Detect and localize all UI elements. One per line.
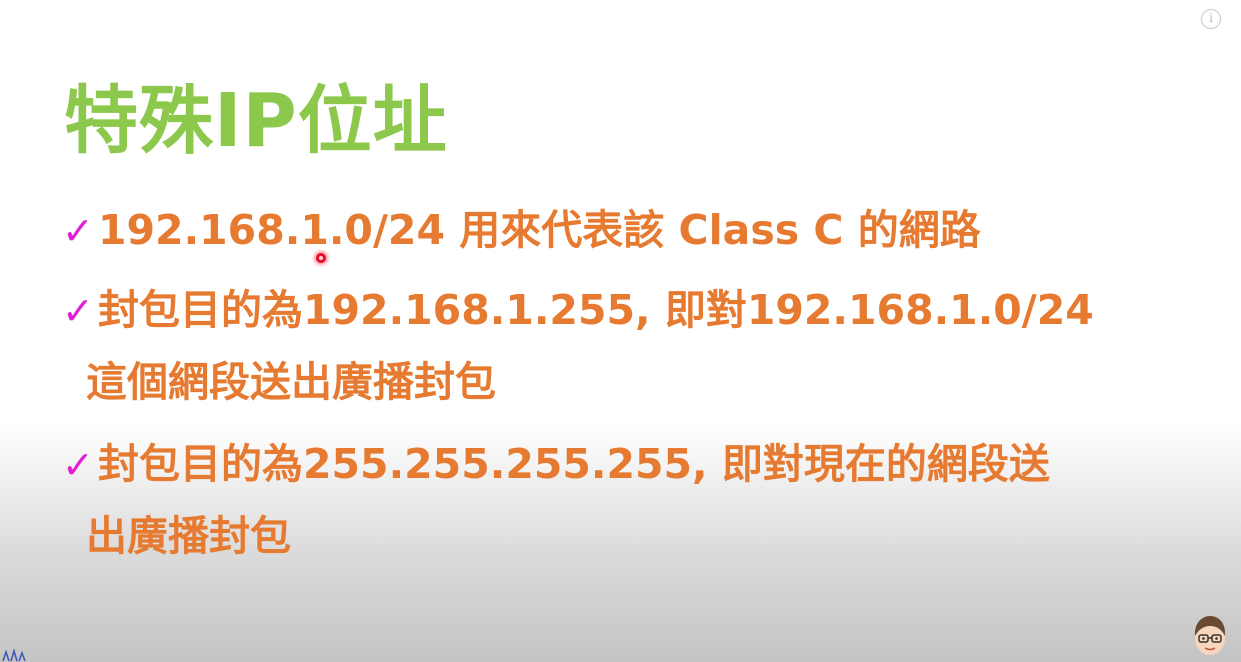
bullet-text: 封包目的為255.255.255.255, 即對現在的網段送: [98, 440, 1050, 488]
info-icon: i: [1209, 11, 1213, 25]
checkmark-icon: ✓: [62, 443, 94, 487]
checkmark-icon: ✓: [62, 289, 94, 333]
bullet-line: ✓ 封包目的為255.255.255.255, 即對現在的網段送: [62, 428, 1050, 500]
bullet-text-continuation: 出廣播封包: [86, 512, 291, 560]
bullet-item: ✓ 192.168.1.0/24 用來代表該 Class C 的網路: [62, 194, 981, 266]
bullet-text: 192.168.1.0/24 用來代表該 Class C 的網路: [98, 206, 981, 254]
corner-decoration-icon: [2, 648, 26, 662]
bullet-text: 封包目的為192.168.1.255, 即對192.168.1.0/24: [98, 286, 1094, 334]
bullet-item: ✓ 封包目的為255.255.255.255, 即對現在的網段送 出廣播封包: [62, 428, 1050, 572]
bullet-text-continuation: 這個網段送出廣播封包: [86, 358, 496, 406]
bullet-line: ✓ 192.168.1.0/24 用來代表該 Class C 的網路: [62, 194, 981, 266]
bullet-line: ✓ 封包目的為192.168.1.255, 即對192.168.1.0/24: [62, 274, 1094, 346]
presenter-avatar: [1194, 616, 1226, 655]
laser-pointer-dot: [316, 253, 326, 263]
slide-title: 特殊IP位址: [64, 78, 448, 164]
info-button[interactable]: i: [1201, 9, 1221, 29]
checkmark-icon: ✓: [62, 209, 94, 253]
bullet-item: ✓ 封包目的為192.168.1.255, 即對192.168.1.0/24 這個…: [62, 274, 1094, 418]
